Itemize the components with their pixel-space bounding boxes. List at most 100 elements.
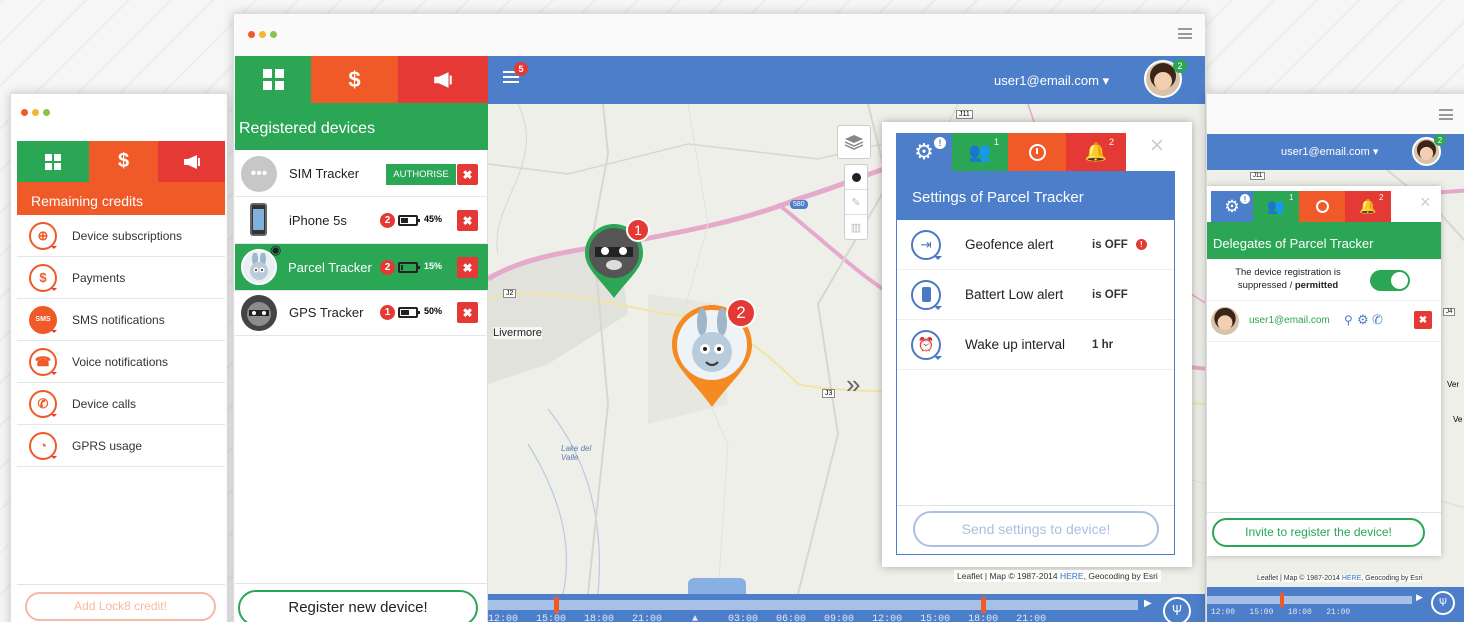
- edit-button[interactable]: ✎: [845, 190, 867, 215]
- gear-icon: ⚙: [914, 139, 934, 164]
- setting-label: Wake up interval: [965, 337, 1066, 352]
- window-menu-icon[interactable]: [1178, 28, 1192, 39]
- timeline-start-marker[interactable]: [554, 597, 559, 613]
- place-livermore: Livermore: [493, 327, 542, 339]
- marker-parcel-tracker[interactable]: 2: [669, 298, 756, 410]
- minimize-dot[interactable]: [32, 109, 39, 116]
- invite-button[interactable]: Invite to register the device!: [1212, 518, 1425, 547]
- close-dot[interactable]: [21, 109, 28, 116]
- timeline-track[interactable]: [1207, 596, 1412, 604]
- tab-announcements[interactable]: [398, 56, 488, 103]
- tab-delegates[interactable]: 👥 1: [952, 133, 1008, 171]
- device-row-iphone[interactable]: iPhone 5s 2 45% ✖: [235, 197, 488, 244]
- tab-history[interactable]: [1299, 191, 1345, 222]
- setting-geofence[interactable]: ⇥ Geofence alert is OFF !: [897, 220, 1174, 270]
- setting-wake-up[interactable]: ⏰ Wake up interval 1 hr: [897, 320, 1174, 370]
- maximize-dot[interactable]: [43, 109, 50, 116]
- delegate-row[interactable]: user1@email.com ⚲ ⚙ ✆ ✖: [1207, 302, 1441, 342]
- timeline-track[interactable]: [488, 600, 1138, 610]
- play-button[interactable]: ▶: [1416, 593, 1423, 603]
- add-credit-button[interactable]: Add Lock8 credit!: [25, 592, 216, 621]
- layers-control[interactable]: [837, 125, 871, 159]
- warning-badge: !: [1135, 239, 1147, 250]
- credit-item-label: Payments: [72, 270, 126, 285]
- device-name: Parcel Tracker: [288, 260, 372, 275]
- setting-value: is OFF: [1092, 238, 1128, 251]
- megaphone-icon: [183, 154, 200, 169]
- tab-delegates[interactable]: 👥 1: [1253, 191, 1299, 222]
- locate-button[interactable]: Ψ: [1163, 597, 1191, 622]
- timeline-handle[interactable]: [688, 578, 746, 594]
- delegates-title: Delegates of Parcel Tracker: [1207, 222, 1441, 259]
- dollar-icon: $: [117, 150, 130, 172]
- remove-device-button[interactable]: ✖: [457, 302, 478, 323]
- credit-item-voice[interactable]: ☎ Voice notifications: [17, 341, 225, 383]
- draw-circle-button[interactable]: [845, 165, 867, 190]
- remove-device-button[interactable]: ✖: [457, 210, 478, 231]
- setting-battery-low[interactable]: Battert Low alert is OFF: [897, 270, 1174, 320]
- marker-badge: 1: [626, 218, 650, 242]
- credit-item-sms[interactable]: SMS SMS notifications: [17, 299, 225, 341]
- locate-button[interactable]: Ψ: [1431, 591, 1455, 615]
- tab-settings[interactable]: ⚙ !: [896, 133, 952, 171]
- delegates-footer: [1207, 512, 1441, 513]
- setting-value: 1 hr: [1092, 338, 1114, 351]
- timeline-end-marker[interactable]: [981, 597, 986, 613]
- device-row-sim-tracker[interactable]: ••• SIM Tracker AUTHORISE ✖: [235, 152, 488, 197]
- location-icon[interactable]: ⚲: [1344, 313, 1353, 327]
- tab-settings[interactable]: ⚙ !: [1211, 191, 1253, 222]
- app-header: user1@email.com ▾ 2: [1207, 134, 1464, 170]
- credit-item-calls[interactable]: ✆ Device calls: [17, 383, 225, 425]
- settings-title: Settings of Parcel Tracker: [897, 172, 1174, 220]
- gear-icon[interactable]: ⚙: [1357, 312, 1369, 328]
- remove-device-button[interactable]: ✖: [457, 164, 478, 185]
- minimize-dot[interactable]: [259, 31, 266, 38]
- tab-devices[interactable]: [17, 141, 89, 182]
- credit-item-subscriptions[interactable]: ⊕ Device subscriptions: [17, 215, 225, 257]
- close-dot[interactable]: [248, 31, 255, 38]
- tab-alerts[interactable]: 🔔 2: [1066, 133, 1126, 171]
- user-menu[interactable]: user1@email.com ▾: [1281, 145, 1378, 158]
- setting-label: Geofence alert: [965, 237, 1054, 252]
- credit-item-gprs[interactable]: ◔ GPRS usage: [17, 425, 225, 467]
- eye-icon: ◉: [270, 242, 282, 257]
- tab-history[interactable]: [1008, 133, 1066, 171]
- maximize-dot[interactable]: [270, 31, 277, 38]
- expand-panel-icon[interactable]: »: [846, 369, 860, 400]
- tab-announcements[interactable]: [158, 141, 225, 182]
- send-settings-button[interactable]: Send settings to device!: [913, 511, 1159, 547]
- tab-credits[interactable]: $: [311, 56, 398, 103]
- map-area[interactable]: J11 J4 J5 Ver Ve ⚙ ! 👥 1 🔔 2: [1207, 170, 1464, 587]
- registration-toggle[interactable]: [1370, 270, 1410, 291]
- close-panel-button[interactable]: ×: [1420, 192, 1431, 213]
- play-button[interactable]: ▶: [1144, 598, 1152, 610]
- user-menu[interactable]: user1@email.com ▾: [994, 73, 1109, 89]
- remove-delegate-button[interactable]: ✖: [1414, 311, 1432, 329]
- map-area[interactable]: J11 580 J2 J3 Livermore Lake del Valle ✎…: [488, 104, 1205, 594]
- setting-value: is OFF: [1092, 288, 1128, 301]
- credit-item-label: Device subscriptions: [72, 228, 183, 243]
- road-label-j11: J11: [956, 110, 973, 119]
- phone-icon: ☎: [29, 347, 57, 376]
- window-controls: [248, 31, 277, 38]
- register-device-button[interactable]: Register new device!: [238, 590, 478, 622]
- close-panel-button[interactable]: ×: [1150, 132, 1164, 160]
- phone-icon[interactable]: ✆: [1372, 312, 1383, 328]
- credit-item-payments[interactable]: $ Payments: [17, 257, 225, 299]
- remove-device-button[interactable]: ✖: [457, 257, 478, 278]
- device-row-parcel-tracker[interactable]: ◉ Parcel Tracker 2 15% ✖: [235, 242, 488, 291]
- tab-alerts[interactable]: 🔔 2: [1345, 191, 1391, 222]
- tab-devices[interactable]: [235, 56, 311, 103]
- window-menu-icon[interactable]: [1439, 109, 1453, 120]
- megaphone-icon: [434, 71, 452, 88]
- marker-gps-tracker[interactable]: 1: [583, 218, 650, 300]
- alarm-clock-icon: ⏰: [911, 329, 942, 360]
- timeline-start-marker[interactable]: [1280, 593, 1284, 607]
- attribution-link[interactable]: HERE: [1060, 571, 1084, 581]
- delete-button[interactable]: ▥: [845, 215, 867, 239]
- avatar-badge: 2: [1173, 59, 1187, 73]
- attribution-link[interactable]: HERE: [1342, 575, 1361, 582]
- device-row-gps-tracker[interactable]: GPS Tracker 1 50% ✖: [235, 291, 488, 336]
- authorise-button[interactable]: AUTHORISE: [386, 164, 456, 185]
- tab-credits[interactable]: $: [89, 141, 158, 182]
